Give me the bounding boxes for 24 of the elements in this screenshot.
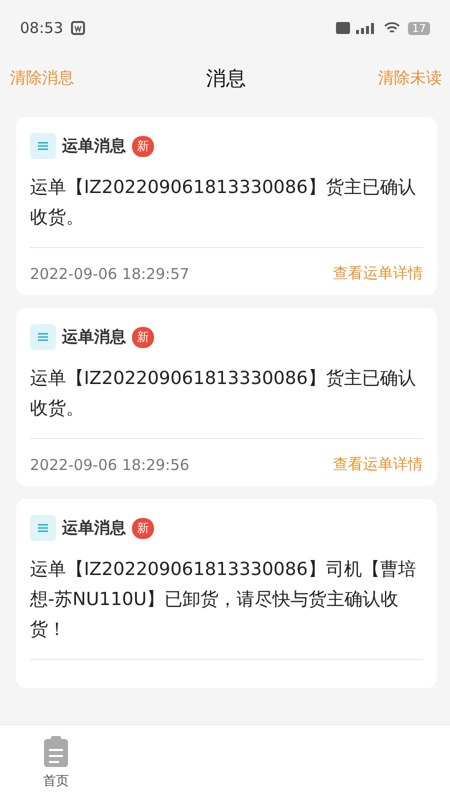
message-time: 2022-09-06 18:29:57: [30, 264, 190, 282]
message-category: 运单消息: [62, 136, 126, 156]
message-text: 运单【IZ202209061813330086】货主已确认收货。: [30, 176, 417, 230]
message-category: 运单消息: [62, 518, 126, 538]
app-notification-icon: [71, 21, 86, 35]
message-category: 运单消息: [62, 326, 126, 348]
list-icon: [30, 324, 56, 350]
wifi-icon: [384, 22, 400, 34]
message-card[interactable]: 运单消息 新 运单【IZ202209061813330086】货主已确认收货。 2022-09-06 18:29:57 查看运单详情: [16, 117, 437, 295]
list-icon: [30, 515, 56, 541]
page-title: 消息: [206, 64, 246, 92]
message-card[interactable]: 运单消息 新 运单【IZ202209061813330086】司机【曹培想-苏NU110U】已卸货，请尽快与货主确认收货！: [16, 499, 437, 688]
message-time: 2022-09-06 18:29:56: [30, 456, 190, 474]
signal-icon: [336, 21, 376, 35]
message-text: 运单【IZ202209061813330086】货主已确认收货。: [30, 367, 417, 421]
new-badge: 新: [132, 518, 154, 538]
clock-time: 08:53: [20, 19, 64, 37]
clipboard-icon: [43, 736, 69, 768]
message-text: 运单【IZ202209061813330086】司机【曹培想-苏NU110U】已卸货，请尽快与货主确认收货！: [30, 558, 417, 642]
message-card[interactable]: 运单消息 新 运单【IZ202209061813330086】货主已确认收货。 2022-09-06 18:29:56 查看运单详情: [16, 308, 437, 486]
battery-level: 17: [408, 22, 430, 34]
list-icon: [30, 133, 56, 159]
new-badge: 新: [132, 136, 154, 156]
new-badge: 新: [132, 326, 154, 348]
